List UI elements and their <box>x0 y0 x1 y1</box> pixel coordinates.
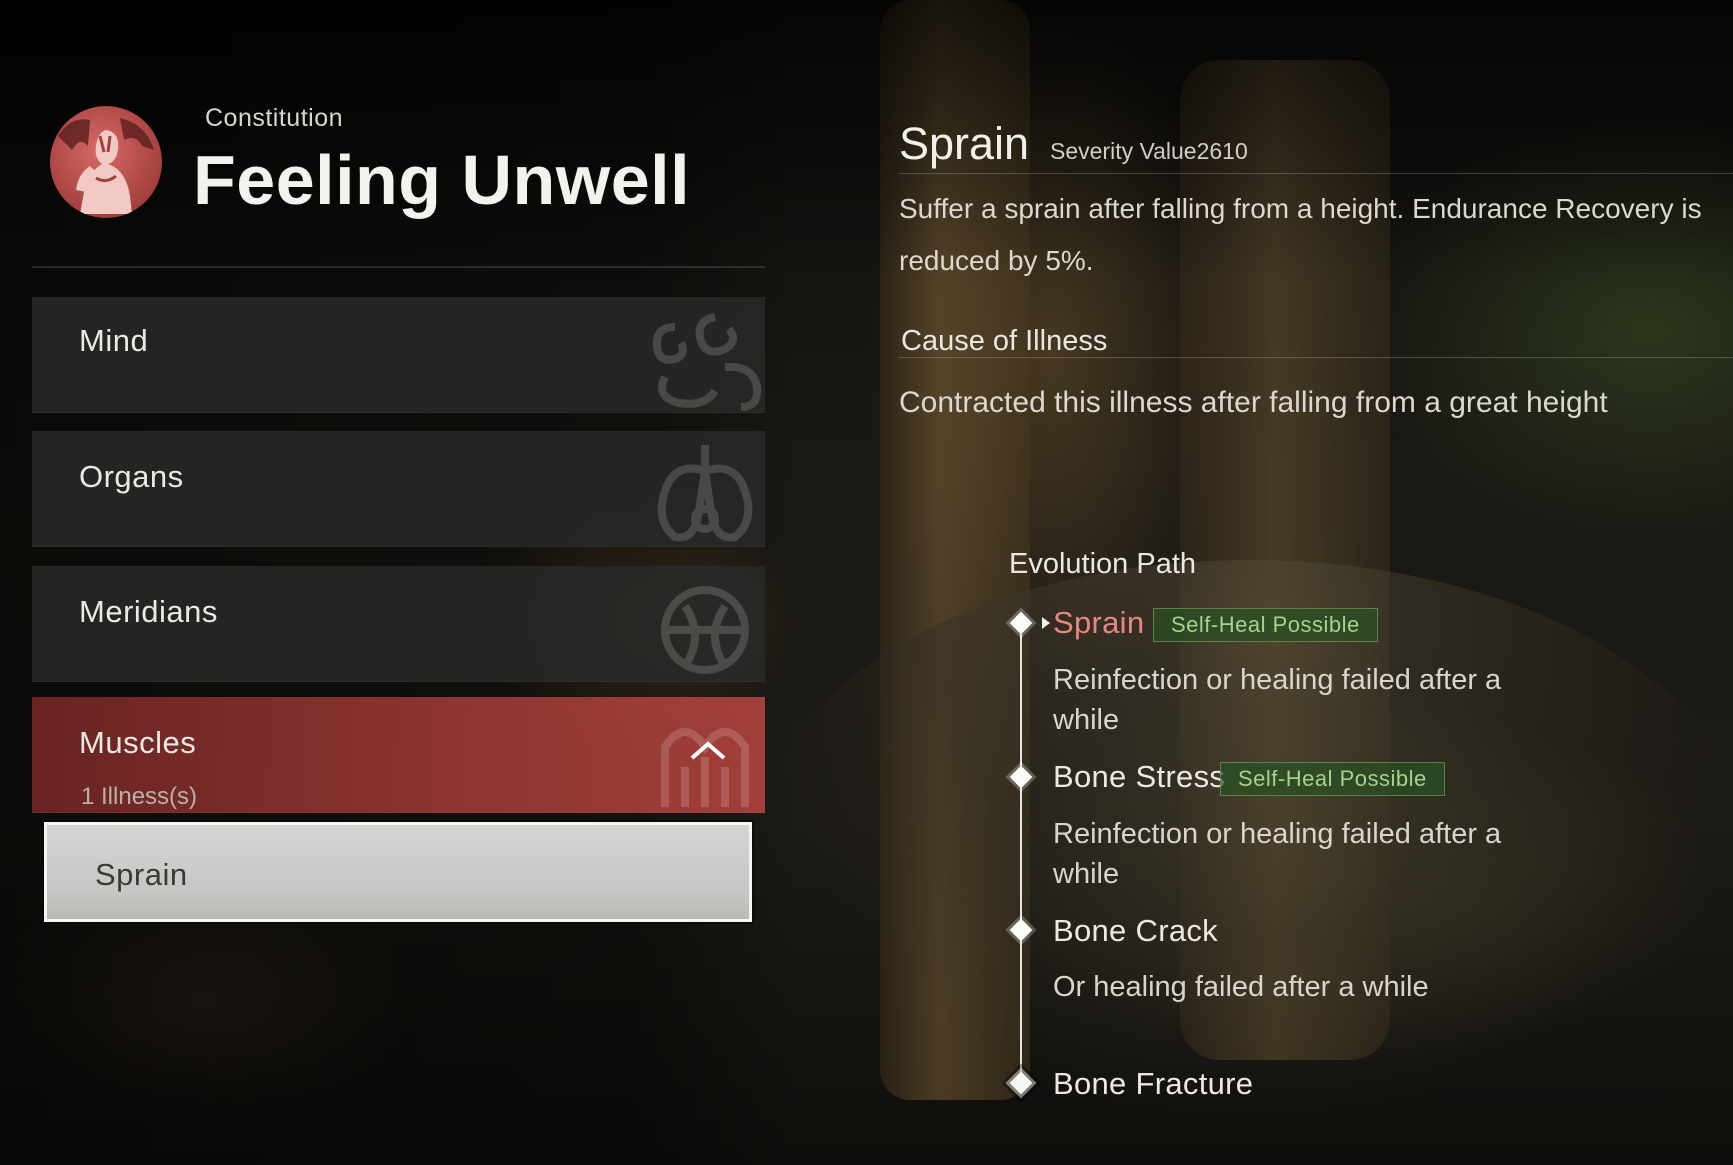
meridian-emblem-icon <box>661 586 749 674</box>
stage-name: Bone Stress <box>1053 759 1226 794</box>
cause-heading: Cause of Illness <box>901 325 1108 357</box>
evolution-timeline <box>1020 622 1022 1084</box>
illness-title: Sprain <box>899 118 1030 169</box>
stage-diamond-icon <box>1009 918 1033 942</box>
stage-diamond-icon <box>1009 611 1033 635</box>
cause-text: Contracted this illness after falling fr… <box>899 386 1608 419</box>
description-line: reduced by 5%. <box>899 245 1094 276</box>
category-label: Muscles <box>79 725 197 760</box>
stage-diamond-icon <box>1009 1071 1033 1095</box>
category-mind[interactable]: Mind <box>32 297 765 413</box>
divider <box>899 357 1733 358</box>
severity-value: Severity Value2610 <box>1050 138 1248 164</box>
illness-count: 1 Illness(s) <box>81 783 198 810</box>
stage-name: Bone Fracture <box>1053 1066 1254 1101</box>
organ-emblem-icon <box>657 445 753 542</box>
chevron-up-icon[interactable] <box>688 738 728 762</box>
illness-item-sprain[interactable]: Sprain <box>44 822 752 922</box>
header-divider <box>32 266 765 268</box>
current-stage-pointer-icon <box>1042 617 1050 629</box>
category-organs[interactable]: Organs <box>32 431 765 547</box>
section-subtitle: Constitution <box>205 104 344 132</box>
stage-condition: Reinfection or healing failed after a wh… <box>1053 664 1502 736</box>
self-heal-badge: Self-Heal Possible <box>1153 608 1378 642</box>
swirl-emblem-icon <box>652 313 762 411</box>
category-muscles[interactable]: Muscles 1 Illness(s) <box>32 697 765 813</box>
category-label: Mind <box>79 323 149 358</box>
stage-condition: Or healing failed after a while <box>1053 971 1429 1003</box>
illness-description: Suffer a sprain after falling from a hei… <box>899 183 1733 287</box>
illness-screen: Constitution Feeling Unwell Mind Organs … <box>0 0 1733 1165</box>
stage-name: Bone Crack <box>1053 913 1218 948</box>
category-label: Meridians <box>79 594 218 629</box>
illness-item-label: Sprain <box>95 857 188 892</box>
self-heal-badge: Self-Heal Possible <box>1220 762 1445 796</box>
category-meridians[interactable]: Meridians <box>32 566 765 682</box>
description-line: Suffer a sprain after falling from a hei… <box>899 193 1702 224</box>
constitution-emblem-icon <box>50 106 162 218</box>
evolution-heading: Evolution Path <box>1009 548 1197 580</box>
stage-name-current: Sprain <box>1053 605 1145 640</box>
stage-condition: Reinfection or healing failed after a wh… <box>1053 818 1502 890</box>
stage-diamond-icon <box>1009 765 1033 789</box>
divider <box>899 173 1733 174</box>
category-label: Organs <box>79 459 184 494</box>
page-title: Feeling Unwell <box>193 141 691 219</box>
